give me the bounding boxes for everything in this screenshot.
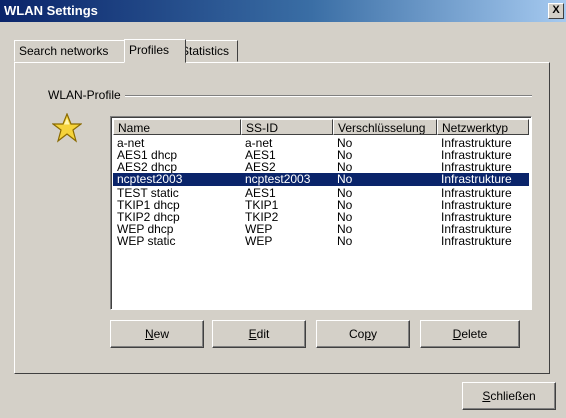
table-row-selected[interactable]: ncptest2003 ncptest2003 No Infrastruktur… (113, 172, 529, 186)
group-divider (125, 95, 532, 97)
copy-button-label: y (371, 327, 378, 341)
wlan-settings-window: WLAN Settings X Search networks Profiles… (0, 0, 566, 418)
close-button-label: chließen (490, 389, 536, 403)
row-name: WEP static (117, 234, 176, 248)
copy-button-prefix: Co (348, 327, 365, 341)
close-window-button[interactable]: X (548, 3, 564, 19)
row-network-type: Infrastrukture (441, 234, 512, 248)
column-header-network-type[interactable]: Netzwerktyp (437, 119, 529, 135)
column-header-name[interactable]: Name (113, 119, 241, 135)
copy-button-mnemonic: p (364, 327, 372, 341)
profile-list[interactable]: Name SS-ID Verschlüsselung Netzwerktyp a… (110, 116, 532, 310)
column-header-encryption[interactable]: Verschlüsselung (333, 119, 437, 135)
edit-button[interactable]: Edit (212, 320, 306, 348)
tab-search-networks[interactable]: Search networks (14, 40, 126, 62)
close-button[interactable]: Schließen (462, 382, 556, 410)
copy-button[interactable]: Copy (316, 320, 410, 348)
delete-button-label: elete (461, 327, 488, 341)
row-network-type: Infrastrukture (441, 172, 512, 186)
row-encryption: No (337, 234, 353, 248)
table-row[interactable]: WEP static WEP No Infrastrukture (113, 234, 529, 248)
list-header: Name SS-ID Verschlüsselung Netzwerktyp (113, 119, 529, 137)
row-name: ncptest2003 (117, 172, 183, 186)
row-ssid: WEP (245, 234, 273, 248)
column-header-ssid[interactable]: SS-ID (241, 119, 333, 135)
delete-button[interactable]: Delete (420, 320, 520, 348)
window-title: WLAN Settings (4, 3, 98, 18)
new-button-label: ew (153, 327, 169, 341)
new-button-mnemonic: N (144, 327, 154, 341)
close-icon: X (552, 4, 560, 16)
star-icon (52, 113, 82, 143)
title-bar[interactable]: WLAN Settings X (0, 0, 566, 22)
group-label: WLAN-Profile (46, 88, 123, 102)
row-encryption: No (337, 172, 353, 186)
row-ssid: ncptest2003 (245, 172, 311, 186)
edit-button-mnemonic: E (248, 327, 257, 341)
new-button[interactable]: New (110, 320, 204, 348)
edit-button-label: dit (256, 327, 270, 341)
tab-profiles[interactable]: Profiles (124, 39, 186, 63)
delete-button-mnemonic: D (452, 327, 462, 341)
